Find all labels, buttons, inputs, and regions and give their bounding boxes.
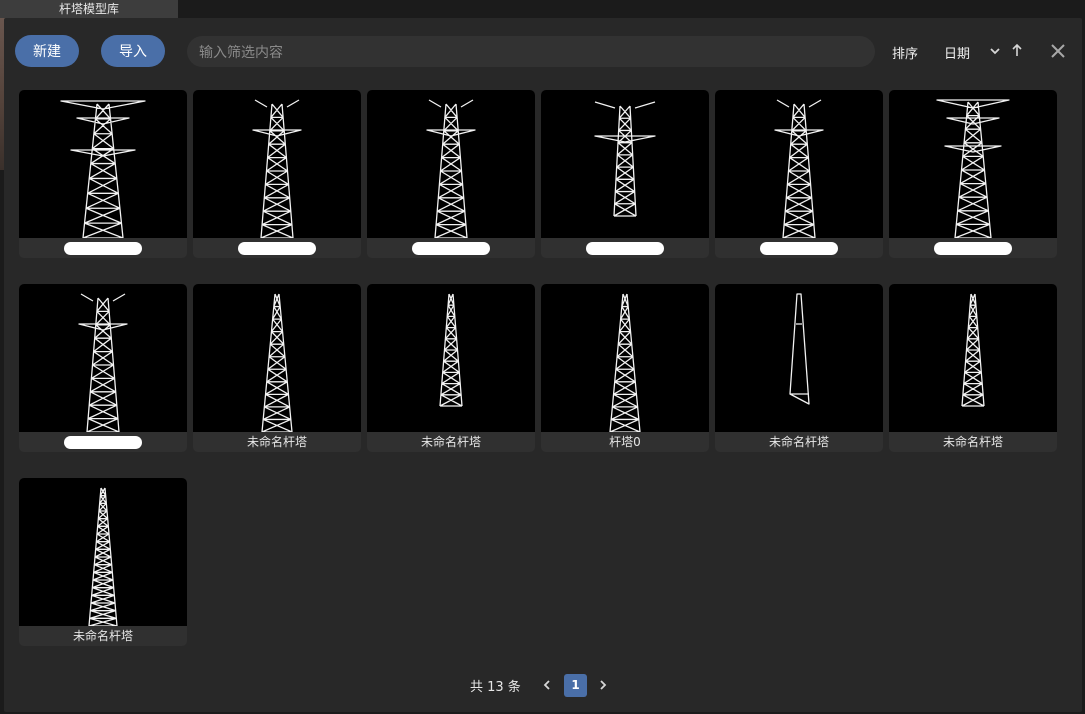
toolbar: 新建 导入 输入筛选内容 排序 日期 — [4, 18, 1082, 86]
model-card[interactable] — [889, 90, 1057, 258]
model-name — [541, 238, 709, 258]
model-name: 未命名杆塔 — [72, 629, 133, 643]
model-card[interactable]: 未命名杆塔 — [193, 284, 361, 452]
redaction-mark — [934, 242, 1012, 255]
model-card[interactable] — [715, 90, 883, 258]
redaction-mark — [760, 242, 838, 255]
model-name — [889, 238, 1057, 258]
sort-label: 排序 — [892, 47, 919, 62]
tower-thumbnail — [367, 284, 535, 432]
model-card[interactable]: 未命名杆塔 — [367, 284, 535, 452]
redaction-mark — [64, 436, 142, 449]
total-count: 共 13 条 — [470, 680, 521, 695]
redaction-mark — [238, 242, 316, 255]
chevron-right-icon[interactable] — [598, 675, 608, 700]
import-button[interactable]: 导入 — [101, 35, 165, 67]
tower-thumbnail — [19, 90, 187, 238]
pagination: 共 13 条 1 — [4, 674, 1082, 698]
model-name — [715, 238, 883, 258]
model-name — [19, 238, 187, 258]
arrow-up-icon[interactable] — [1010, 41, 1024, 66]
model-name: 未命名杆塔 — [420, 435, 481, 449]
page-button-current[interactable]: 1 — [564, 674, 587, 697]
window-title-tab: 杆塔模型库 — [0, 0, 178, 18]
model-card[interactable] — [193, 90, 361, 258]
model-name — [367, 238, 535, 258]
tower-thumbnail — [889, 90, 1057, 238]
chevron-down-icon[interactable] — [989, 41, 1001, 66]
model-card[interactable] — [541, 90, 709, 258]
search-input[interactable]: 输入筛选内容 — [187, 36, 875, 67]
model-library-panel: 新建 导入 输入筛选内容 排序 日期 未命名杆塔 未命名杆塔 杆塔0 未命名杆塔 未命名… — [4, 18, 1082, 712]
redaction-mark — [586, 242, 664, 255]
tower-thumbnail — [541, 90, 709, 238]
sort-field-select[interactable]: 日期 — [944, 43, 970, 62]
model-name: 未命名杆塔 — [942, 435, 1003, 449]
chevron-left-icon[interactable] — [542, 675, 552, 700]
tower-thumbnail — [193, 284, 361, 432]
redaction-mark — [64, 242, 142, 255]
model-card[interactable]: 杆塔0 — [541, 284, 709, 452]
model-card[interactable] — [367, 90, 535, 258]
model-name — [193, 238, 361, 258]
model-card[interactable]: 未命名杆塔 — [19, 478, 187, 646]
tower-thumbnail — [715, 284, 883, 432]
model-card[interactable]: 未命名杆塔 — [889, 284, 1057, 452]
tower-thumbnail — [715, 90, 883, 238]
new-button[interactable]: 新建 — [15, 35, 79, 67]
model-name: 未命名杆塔 — [246, 435, 307, 449]
model-card[interactable]: 未命名杆塔 — [715, 284, 883, 452]
tower-thumbnail — [889, 284, 1057, 432]
tower-thumbnail — [541, 284, 709, 432]
model-name — [19, 432, 187, 452]
redaction-mark — [412, 242, 490, 255]
tower-thumbnail — [19, 478, 187, 626]
model-name: 未命名杆塔 — [768, 435, 829, 449]
tower-thumbnail — [367, 90, 535, 238]
model-card[interactable] — [19, 90, 187, 258]
search-placeholder: 输入筛选内容 — [199, 44, 283, 61]
model-card[interactable] — [19, 284, 187, 452]
tower-thumbnail — [19, 284, 187, 432]
model-name: 杆塔0 — [609, 435, 641, 449]
close-icon[interactable] — [1049, 39, 1067, 69]
tower-thumbnail — [193, 90, 361, 238]
